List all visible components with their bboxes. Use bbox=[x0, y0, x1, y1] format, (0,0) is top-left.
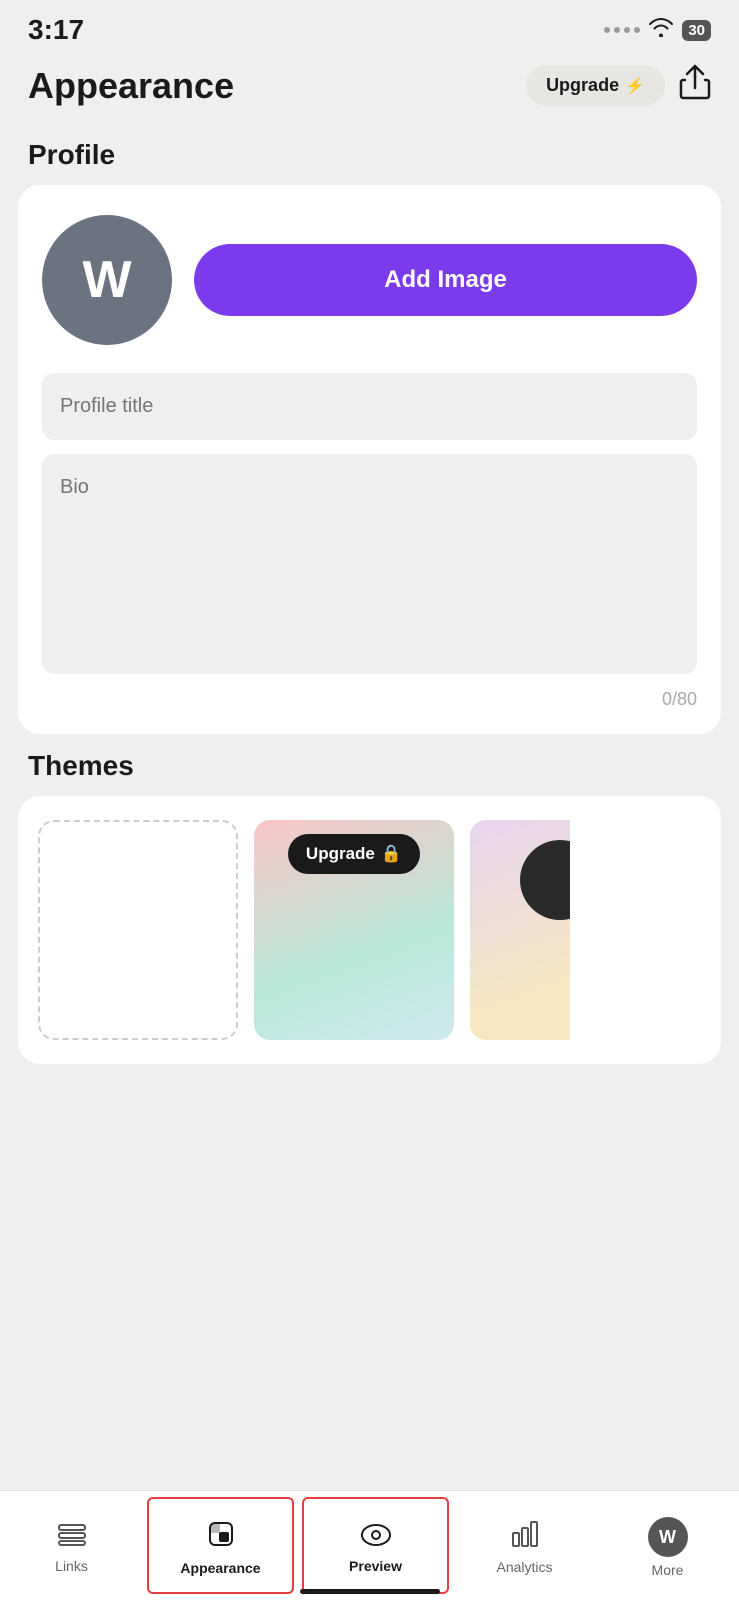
upgrade-overlay-label: Upgrade bbox=[306, 844, 375, 864]
analytics-icon bbox=[512, 1521, 538, 1554]
bio-input[interactable] bbox=[42, 454, 697, 674]
nav-appearance-label: Appearance bbox=[180, 1560, 260, 1576]
nav-links-label: Links bbox=[55, 1558, 88, 1574]
nav-links[interactable]: Links bbox=[0, 1491, 143, 1600]
themes-section-label: Themes bbox=[0, 734, 739, 796]
char-count: 0/80 bbox=[42, 689, 697, 710]
nav-appearance[interactable]: Appearance bbox=[147, 1497, 294, 1594]
battery-icon: 30 bbox=[682, 20, 711, 41]
upgrade-overlay-button[interactable]: Upgrade 🔒 bbox=[288, 834, 420, 874]
profile-card: W Add Image 0/80 bbox=[18, 185, 721, 734]
avatar: W bbox=[42, 215, 172, 345]
links-icon bbox=[58, 1522, 86, 1553]
wifi-icon bbox=[648, 17, 674, 43]
nav-analytics-label: Analytics bbox=[496, 1559, 552, 1575]
nav-preview-label: Preview bbox=[349, 1558, 402, 1574]
avatar-letter: W bbox=[82, 250, 131, 310]
profile-section-label: Profile bbox=[0, 123, 739, 185]
theme-partial[interactable] bbox=[470, 820, 570, 1040]
header: Appearance Upgrade ⚡ bbox=[0, 54, 739, 123]
more-avatar: W bbox=[648, 1517, 688, 1557]
profile-image-row: W Add Image bbox=[42, 215, 697, 345]
lightning-icon: ⚡ bbox=[625, 76, 645, 96]
theme-upgrade[interactable]: Upgrade 🔒 bbox=[254, 820, 454, 1040]
status-bar: 3:17 30 bbox=[0, 0, 739, 54]
add-image-button[interactable]: Add Image bbox=[194, 244, 697, 316]
status-icons: 30 bbox=[604, 17, 711, 43]
theme-partial-decoration bbox=[520, 840, 570, 920]
share-button[interactable] bbox=[679, 64, 711, 107]
theme-default[interactable] bbox=[38, 820, 238, 1040]
nav-analytics[interactable]: Analytics bbox=[453, 1491, 596, 1600]
header-actions: Upgrade ⚡ bbox=[526, 64, 711, 107]
themes-row: Upgrade 🔒 bbox=[38, 820, 701, 1040]
nav-more-label: More bbox=[652, 1562, 684, 1578]
page-title: Appearance bbox=[28, 65, 234, 107]
themes-card: Upgrade 🔒 bbox=[18, 796, 721, 1064]
signal-dots-icon bbox=[604, 27, 640, 33]
home-indicator bbox=[300, 1589, 440, 1594]
preview-icon bbox=[361, 1522, 391, 1553]
upgrade-button[interactable]: Upgrade ⚡ bbox=[526, 65, 665, 106]
upgrade-label: Upgrade bbox=[546, 75, 619, 96]
nav-preview[interactable]: Preview bbox=[302, 1497, 449, 1594]
appearance-icon bbox=[207, 1520, 235, 1555]
profile-title-input[interactable] bbox=[42, 373, 697, 440]
bottom-nav: Links Appearance Preview bbox=[0, 1490, 739, 1600]
status-time: 3:17 bbox=[28, 14, 84, 46]
share-icon bbox=[679, 64, 711, 100]
lock-icon: 🔒 bbox=[381, 844, 402, 864]
nav-more[interactable]: W More bbox=[596, 1491, 739, 1600]
